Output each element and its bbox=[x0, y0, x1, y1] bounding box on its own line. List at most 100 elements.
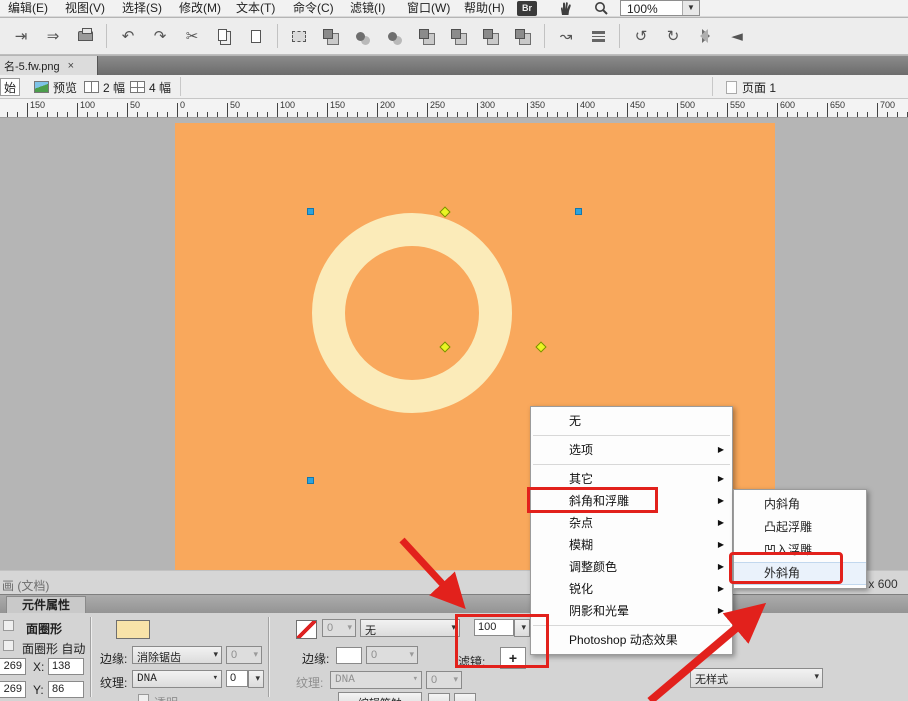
doughnut-shape[interactable] bbox=[312, 213, 512, 413]
width-field[interactable]: 269 bbox=[0, 658, 26, 675]
menu-2[interactable]: 视图(V) bbox=[59, 1, 111, 16]
tab-close-icon[interactable]: × bbox=[68, 60, 74, 72]
print-icon[interactable] bbox=[72, 24, 98, 48]
menu-4[interactable]: 修改(M) bbox=[173, 1, 227, 16]
menu-item-10[interactable]: Photoshop 动态效果 bbox=[531, 629, 732, 651]
stroke-edge-amount-dropdown: 0 bbox=[366, 646, 418, 664]
bring-forward-icon[interactable] bbox=[478, 24, 504, 48]
page-selector[interactable]: 页面 1 bbox=[726, 78, 776, 96]
flip-horizontal-icon[interactable] bbox=[692, 24, 718, 48]
original-view-button[interactable]: 始 bbox=[0, 78, 20, 96]
menu-item-2[interactable]: 选项▶ bbox=[531, 439, 732, 461]
menu-item-4[interactable]: 斜角和浮雕▶ bbox=[531, 490, 732, 512]
undo-icon[interactable]: ↶ bbox=[115, 24, 141, 48]
ruler-tick bbox=[157, 112, 158, 117]
style-dropdown[interactable]: 无样式 bbox=[690, 668, 823, 688]
ruler-tick bbox=[327, 103, 328, 117]
divider bbox=[90, 617, 91, 697]
submenu-item-4[interactable]: 外斜角 bbox=[734, 562, 866, 585]
stroke-category-dropdown[interactable]: 无 bbox=[360, 619, 460, 637]
fill-texture-amount-arrow[interactable] bbox=[248, 670, 264, 688]
fill-texture-amount-field[interactable]: 0 bbox=[226, 670, 248, 687]
document-tab[interactable]: 名-5.fw.png × bbox=[0, 56, 98, 75]
menu-7[interactable]: 滤镜(I) bbox=[344, 1, 391, 16]
menu-6[interactable]: 命令(C) bbox=[287, 1, 340, 16]
menu-item-5[interactable]: 杂点▶ bbox=[531, 512, 732, 534]
two-up-button[interactable]: 2 幅 bbox=[84, 78, 125, 96]
path-icon[interactable]: ↝ bbox=[553, 24, 579, 48]
stroke-texture-dropdown: DNA bbox=[330, 671, 422, 689]
import-icon[interactable]: ⇥ bbox=[8, 24, 34, 48]
submenu-item-1[interactable]: 内斜角 bbox=[734, 493, 866, 516]
shape-handle-top-right[interactable] bbox=[575, 208, 582, 215]
menu-1[interactable]: 编辑(E) bbox=[2, 1, 54, 16]
export-icon[interactable]: ⇒ bbox=[40, 24, 66, 48]
bridge-icon[interactable]: Br bbox=[517, 1, 537, 16]
cut-icon[interactable]: ✂ bbox=[179, 24, 205, 48]
opacity-dropdown-arrow[interactable] bbox=[514, 619, 530, 637]
fill-texture-dropdown[interactable]: DNA bbox=[132, 670, 222, 688]
rotate-cw-icon[interactable]: ↻ bbox=[660, 24, 686, 48]
menu-item-label: Photoshop 动态效果 bbox=[569, 633, 678, 647]
ruler-tick bbox=[307, 112, 308, 117]
document-tab-title: 名-5.fw.png bbox=[4, 58, 60, 74]
menu-8[interactable]: 窗口(W) bbox=[401, 1, 456, 16]
tile-icon[interactable] bbox=[318, 24, 344, 48]
shape-handle-top-left[interactable] bbox=[307, 208, 314, 215]
menu-item-6[interactable]: 模糊▶ bbox=[531, 534, 732, 556]
menu-item-3[interactable]: 其它▶ bbox=[531, 468, 732, 490]
height-field[interactable]: 269 bbox=[0, 681, 26, 698]
ruler-tick bbox=[197, 112, 198, 117]
add-filter-button[interactable]: + bbox=[500, 647, 526, 669]
filter-label: 滤镜: bbox=[458, 653, 485, 670]
union-icon[interactable] bbox=[350, 24, 376, 48]
marquee-icon[interactable] bbox=[286, 24, 312, 48]
tab-symbol-properties[interactable]: 元件属性 bbox=[6, 596, 86, 614]
transparent-checkbox[interactable] bbox=[138, 694, 149, 701]
stroke-extra-button-2 bbox=[454, 693, 476, 701]
bring-front-icon[interactable] bbox=[446, 24, 472, 48]
hand-icon[interactable] bbox=[558, 1, 574, 16]
x-field[interactable]: 138 bbox=[48, 658, 84, 675]
punch-icon[interactable] bbox=[382, 24, 408, 48]
menu-3[interactable]: 选择(S) bbox=[116, 1, 168, 16]
ruler-tick bbox=[367, 112, 368, 117]
group-icon[interactable] bbox=[414, 24, 440, 48]
stroke-color-swatch[interactable] bbox=[296, 620, 317, 639]
menu-item-9[interactable]: 阴影和光晕▶ bbox=[531, 600, 732, 622]
four-up-label: 4 幅 bbox=[149, 79, 171, 96]
menu-5[interactable]: 文本(T) bbox=[230, 1, 281, 16]
menu-item-8[interactable]: 锐化▶ bbox=[531, 578, 732, 600]
rotate-ccw-icon: ↺ bbox=[635, 27, 648, 45]
magnifier-icon[interactable] bbox=[594, 1, 609, 16]
submenu-item-3[interactable]: 凹入浮雕 bbox=[734, 539, 866, 562]
paste-icon[interactable] bbox=[243, 24, 269, 48]
ruler-tick bbox=[847, 112, 848, 117]
fill-edge-dropdown[interactable]: 消除锯齿 bbox=[132, 646, 222, 664]
opacity-field[interactable]: 100 bbox=[474, 619, 514, 636]
zoom-dropdown-arrow-icon[interactable]: ▼ bbox=[682, 1, 699, 15]
menu-item-7[interactable]: 调整颜色▶ bbox=[531, 556, 732, 578]
y-field[interactable]: 86 bbox=[48, 681, 84, 698]
four-up-button[interactable]: 4 幅 bbox=[130, 78, 171, 96]
align-icon[interactable] bbox=[585, 24, 611, 48]
edit-stroke-button[interactable]: 编辑笔触 bbox=[338, 692, 422, 701]
shape-handle-bottom-left[interactable] bbox=[307, 477, 314, 484]
ruler-label: 250 bbox=[430, 100, 445, 110]
zoom-level-dropdown[interactable]: 100% ▼ bbox=[620, 0, 700, 16]
ruler-tick bbox=[77, 103, 78, 117]
main-toolbar: ⇥⇒ ↶↷✂ ↝ ↺ ↻ ◄ bbox=[0, 18, 908, 55]
preview-button[interactable]: 预览 bbox=[34, 78, 77, 96]
redo-icon[interactable]: ↷ bbox=[147, 24, 173, 48]
rotate-ccw-icon[interactable]: ↺ bbox=[628, 24, 654, 48]
submenu-item-2[interactable]: 凸起浮雕 bbox=[734, 516, 866, 539]
ruler-tick bbox=[387, 112, 388, 117]
send-back-icon[interactable] bbox=[510, 24, 536, 48]
stroke-edge-preview[interactable] bbox=[336, 647, 362, 664]
flip-vertical-icon[interactable]: ◄ bbox=[724, 24, 750, 48]
menu-9[interactable]: 帮助(H) bbox=[458, 1, 511, 16]
four-up-icon bbox=[130, 81, 145, 93]
menu-item-1[interactable]: 无 bbox=[531, 410, 732, 432]
copy-icon[interactable] bbox=[211, 24, 237, 48]
fill-color-swatch[interactable] bbox=[116, 620, 150, 639]
